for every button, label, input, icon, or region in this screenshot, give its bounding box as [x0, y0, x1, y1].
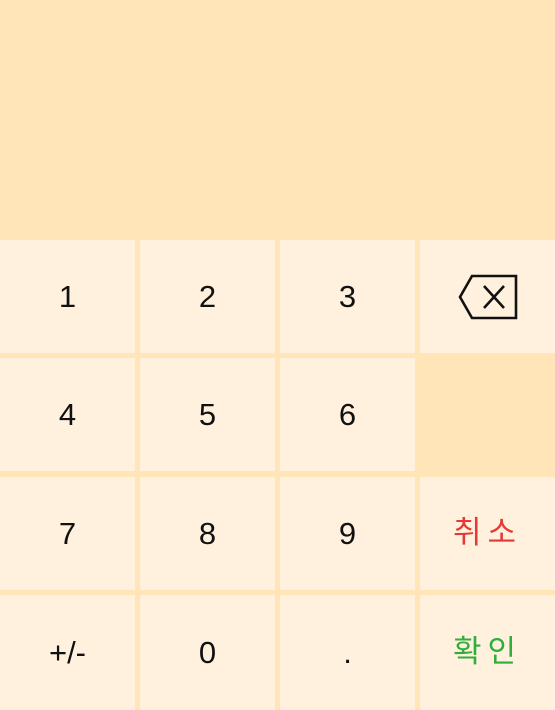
key-2-label: 2: [198, 279, 217, 314]
key-4[interactable]: 4: [0, 358, 135, 471]
key-7[interactable]: 7: [0, 477, 135, 590]
cancel-label: 취소: [452, 515, 523, 551]
cancel-button[interactable]: 취소: [420, 477, 555, 590]
key-7-label: 7: [58, 516, 77, 551]
confirm-button[interactable]: 확인: [420, 595, 555, 710]
key-0[interactable]: 0: [140, 595, 275, 710]
key-2[interactable]: 2: [140, 240, 275, 353]
numeric-keypad: 1 2 3 4 5 6 7 8 9 취소 +/- 0 . 확인: [0, 238, 555, 710]
blank-key: [420, 358, 555, 471]
key-8-label: 8: [198, 516, 217, 551]
key-9-label: 9: [338, 516, 357, 551]
key-1-label: 1: [58, 279, 77, 314]
confirm-label: 확인: [452, 634, 523, 670]
key-6[interactable]: 6: [280, 358, 415, 471]
key-4-label: 4: [58, 397, 77, 432]
key-6-label: 6: [338, 397, 357, 432]
plus-minus-key[interactable]: +/-: [0, 595, 135, 710]
backspace-icon: [458, 273, 518, 321]
key-5[interactable]: 5: [140, 358, 275, 471]
key-9[interactable]: 9: [280, 477, 415, 590]
key-8[interactable]: 8: [140, 477, 275, 590]
decimal-point-label: .: [343, 635, 352, 670]
key-1[interactable]: 1: [0, 240, 135, 353]
key-5-label: 5: [198, 397, 217, 432]
backspace-button[interactable]: [420, 240, 555, 353]
key-3[interactable]: 3: [280, 240, 415, 353]
key-3-label: 3: [338, 279, 357, 314]
plus-minus-label: +/-: [48, 635, 87, 670]
key-0-label: 0: [198, 635, 217, 670]
value-display: [0, 0, 555, 238]
decimal-point-key[interactable]: .: [280, 595, 415, 710]
